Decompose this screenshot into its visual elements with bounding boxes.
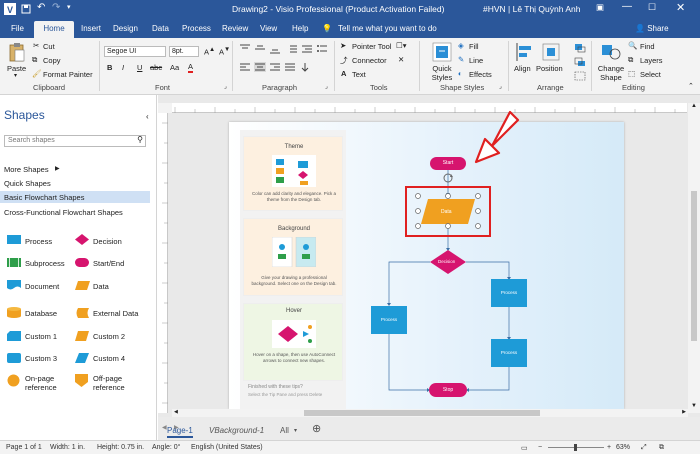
- flowchart-process-right-top-label: Process: [500, 290, 518, 295]
- connector-decision-left[interactable]: [388, 261, 430, 305]
- zoom-in-icon[interactable]: +: [607, 444, 611, 451]
- vertical-scrollbar[interactable]: ▲ ▼: [688, 103, 700, 413]
- flowchart-start-label: Start: [442, 160, 454, 166]
- scroll-right-icon[interactable]: ▶: [682, 409, 686, 415]
- status-language[interactable]: English (United States): [191, 444, 263, 451]
- horizontal-scrollbar[interactable]: ◀ ▶: [172, 409, 688, 417]
- switch-windows-icon[interactable]: ⧉: [659, 444, 664, 452]
- status-height: Height: 0.75 in.: [97, 444, 145, 451]
- status-angle: Angle: 0°: [152, 444, 181, 451]
- flowchart-process-right-bottom-label: Process: [500, 350, 518, 355]
- flowchart-process-right-top[interactable]: Process: [491, 279, 527, 307]
- page-tab-prev-icon[interactable]: ◀: [162, 424, 167, 431]
- page-tab-vbackground-1[interactable]: VBackground-1: [209, 426, 264, 435]
- horizontal-scroll-thumb[interactable]: [304, 410, 540, 416]
- flowchart-process-right-bottom[interactable]: Process: [491, 339, 527, 367]
- flowchart-stop[interactable]: Stop: [429, 383, 467, 397]
- add-page-button[interactable]: ⊕: [312, 422, 321, 435]
- status-bar: Page 1 of 1 Width: 1 in. Height: 0.75 in…: [0, 440, 700, 454]
- connector-left-stop[interactable]: [388, 334, 429, 391]
- connector-right-stop[interactable]: [467, 367, 510, 391]
- flowchart-connectors: [387, 170, 511, 392]
- flowchart-decision-label: Decision: [438, 259, 456, 264]
- page-tab-page-1[interactable]: Page-1: [167, 426, 193, 438]
- fit-window-icon[interactable]: ⤢: [641, 444, 647, 452]
- flowchart-process-left[interactable]: Process: [371, 306, 407, 334]
- status-page[interactable]: Page 1 of 1: [6, 444, 42, 451]
- page-tab-all-dropdown-icon[interactable]: ▾: [294, 427, 297, 434]
- page-tabs-bar: ◀ ▶ Page-1 VBackground-1 All ▾ ⊕: [158, 417, 700, 440]
- scroll-left-icon[interactable]: ◀: [174, 409, 178, 415]
- flowchart-start[interactable]: Start: [430, 157, 466, 170]
- red-arrow-annotation-icon: [474, 110, 520, 164]
- flowchart-stop-label: Stop: [442, 387, 454, 393]
- connector-decision-right[interactable]: [466, 261, 510, 279]
- zoom-out-icon[interactable]: −: [538, 444, 542, 451]
- page-tab-all[interactable]: All: [280, 426, 289, 435]
- scroll-up-icon[interactable]: ▲: [691, 103, 697, 109]
- scroll-down-icon[interactable]: ▼: [691, 403, 697, 409]
- flowchart-process-left-label: Process: [380, 317, 398, 322]
- zoom-level[interactable]: 63%: [616, 444, 630, 451]
- status-width: Width: 1 in.: [50, 444, 86, 451]
- fit-page-icon[interactable]: ▭: [521, 444, 528, 452]
- zoom-slider-thumb[interactable]: [574, 444, 577, 451]
- vertical-scroll-thumb[interactable]: [691, 191, 697, 341]
- selection-handles[interactable]: [414, 192, 484, 232]
- rotate-handle-icon[interactable]: [442, 172, 454, 184]
